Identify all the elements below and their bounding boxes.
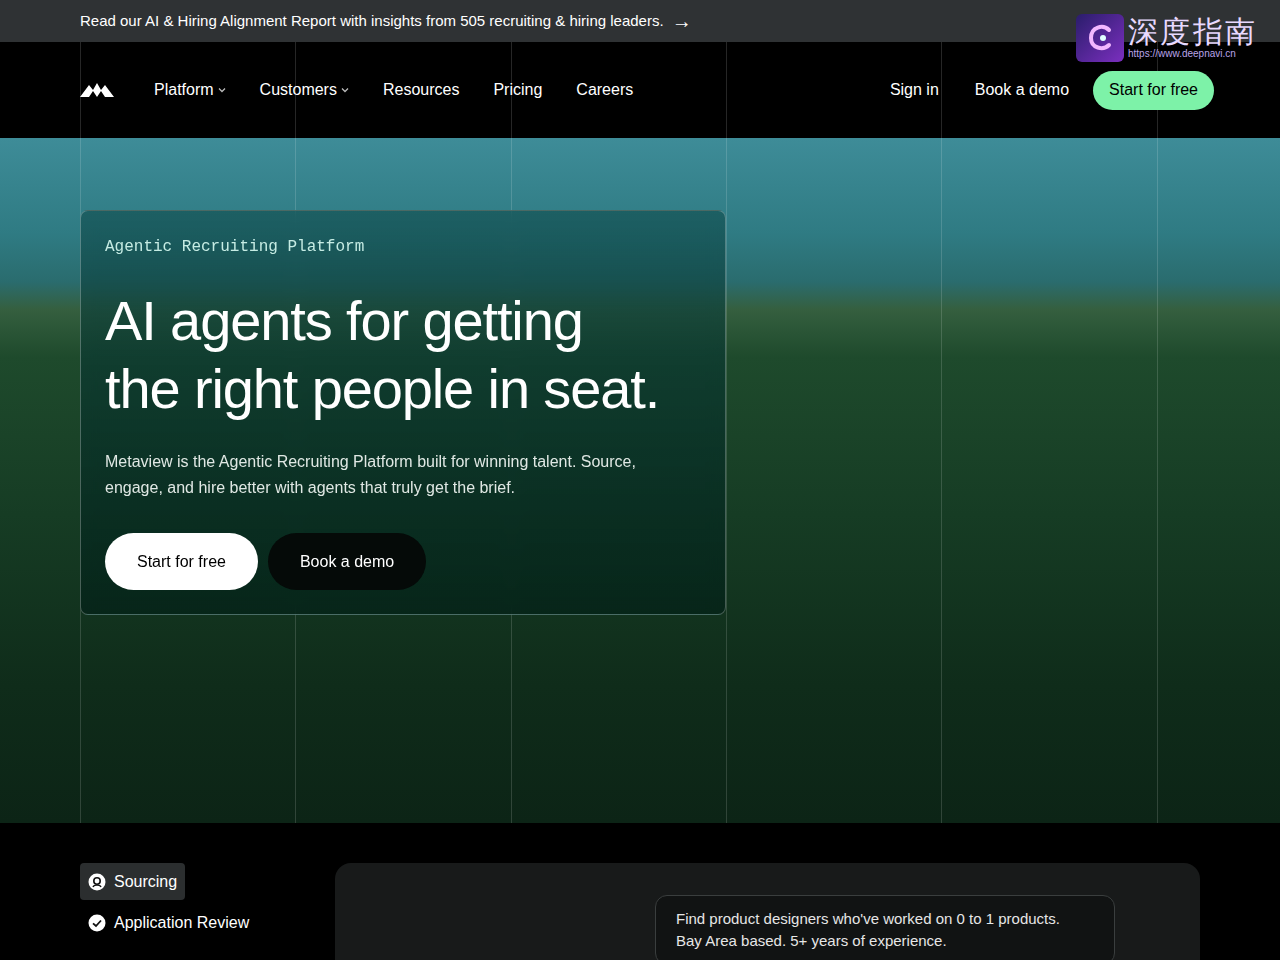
watermark: 深度指南 https://www.deepnavi.cn [1076,14,1258,62]
chevron-down-icon [341,86,349,94]
label: Pricing [493,78,542,102]
label: Application Review [114,911,249,935]
hero-heading: AI agents for getting the right people i… [105,287,701,423]
hero-description: Metaview is the Agentic Recruiting Platf… [105,449,701,501]
preview-panel: Find product designers who've worked on … [335,863,1200,960]
book-demo-button[interactable]: Book a demo [268,533,426,590]
arrow-icon[interactable]: → [672,11,692,31]
logo-icon[interactable] [80,81,114,99]
watermark-url: https://www.deepnavi.cn [1128,48,1258,60]
sign-in-link[interactable]: Sign in [890,78,939,102]
nav-item[interactable]: Platform [154,78,226,102]
feature-tab[interactable]: Application Review [80,904,257,941]
label: AI agents for getting [105,287,701,355]
label: Resources [383,78,459,102]
nav-item[interactable]: Careers [576,78,633,102]
feature-tabs: Sourcing Application Review [80,863,295,960]
nav-item[interactable]: Resources [383,78,459,102]
hero: Agentic Recruiting Platform AI agents fo… [0,138,1280,823]
sourcing-icon [88,873,106,891]
label: Find product designers who've worked on … [676,908,1094,930]
label: Customers [260,78,337,102]
nav-item[interactable]: Pricing [493,78,542,102]
label: Platform [154,78,214,102]
label: Bay Area based. 5+ years of experience. [676,930,1094,952]
banner-text[interactable]: Read our AI & Hiring Alignment Report wi… [80,10,664,33]
eyebrow: Agentic Recruiting Platform [105,235,701,259]
watermark-title: 深度指南 [1128,16,1258,48]
nav-item[interactable]: Customers [260,78,349,102]
hero-card: Agentic Recruiting Platform AI agents fo… [80,210,726,615]
start-free-button[interactable]: Start for free [105,533,258,590]
label: Careers [576,78,633,102]
chevron-down-icon [218,86,226,94]
start-free-button[interactable]: Start for free [1093,71,1214,110]
label: the right people in seat. [105,355,701,423]
watermark-logo-icon [1076,14,1124,62]
features: Sourcing Application Review Find product… [0,823,1280,960]
check-icon [88,914,106,932]
label: Sourcing [114,870,177,894]
book-demo-link[interactable]: Book a demo [975,78,1069,102]
feature-tab[interactable]: Sourcing [80,863,185,900]
prompt-card[interactable]: Find product designers who've worked on … [655,895,1115,960]
